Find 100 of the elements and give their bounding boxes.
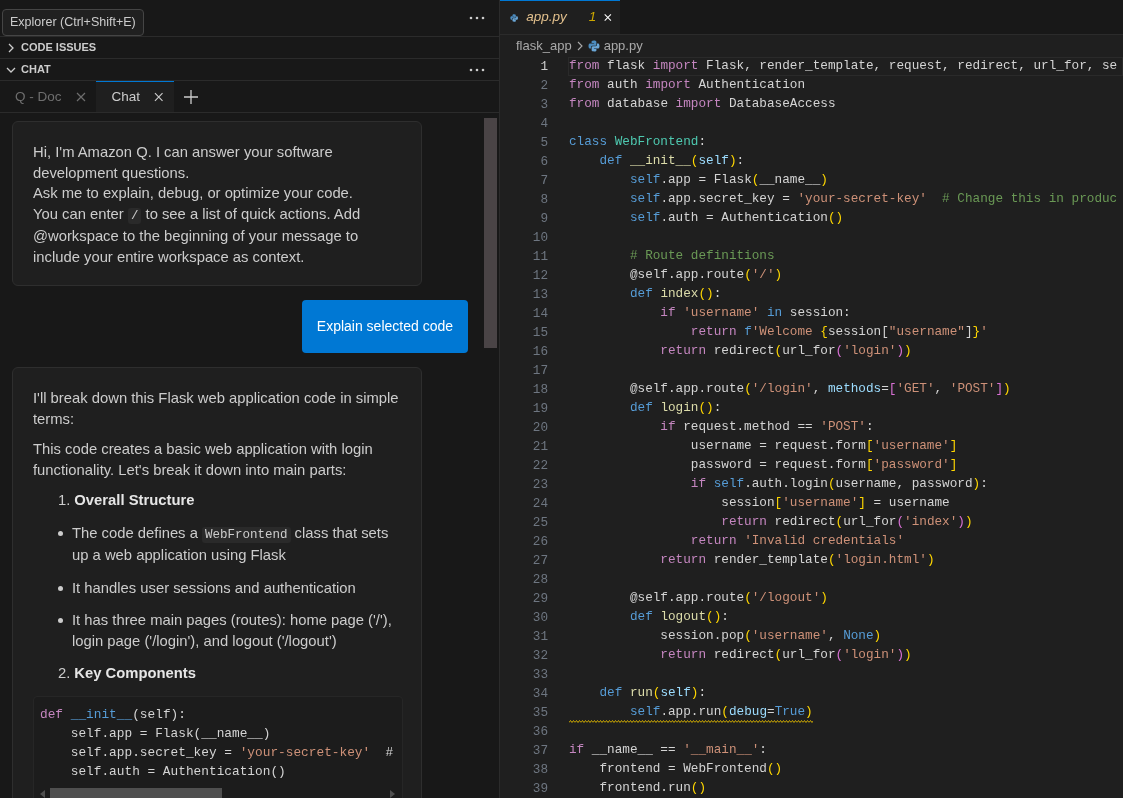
file-type-icon: [587, 40, 600, 52]
code-line: return render_template('login.html'): [659, 550, 935, 569]
bullet-icon: [58, 585, 63, 591]
line-number: 7: [539, 172, 548, 190]
line-number: 15: [531, 324, 548, 342]
code-line: self.app = Flask(__name__): [628, 170, 828, 189]
line-number: 10: [531, 229, 548, 247]
plus-icon: [183, 89, 198, 104]
code-line: if request.method == 'POST':: [659, 417, 874, 436]
code-line: self.app = Flask(__name__): [69, 724, 272, 743]
line-number: 11: [531, 248, 548, 266]
code-line: self.auth = Authentication(): [628, 208, 844, 227]
code-line: from database import DatabaseAccess: [569, 94, 836, 113]
code-line: def index():: [628, 284, 722, 303]
line-number: 39: [531, 780, 548, 798]
code-line: def __init__(self):: [40, 705, 187, 724]
chat-tab[interactable]: Chat: [95, 81, 174, 112]
code-line: if __name__ == '__main__':: [569, 740, 767, 759]
line-number: 16: [531, 343, 548, 361]
line-number: 19: [531, 400, 548, 418]
bullet-text: It has three main pages (routes): home page ('/'), login page ('/login'), and logout ('/logout'): [72, 611, 393, 651]
line-number: 21: [531, 438, 548, 456]
list-heading: Key Components: [74, 664, 197, 683]
line-number: 37: [531, 742, 548, 760]
code-line: def run(self):: [598, 683, 707, 702]
code-line: def __init__(self):: [598, 151, 745, 170]
message-text: You can enter / to see a list of quick actions. Add @workspace to the beginning of your message to include your entire workspace as context.: [33, 204, 362, 267]
code-line: from flask import Flask, render_template, request, redirect, url_for, se: [569, 56, 1118, 75]
message-text: This code creates a basic web application with login functionality. Let's break it down into main parts:: [33, 440, 374, 480]
line-number: 26: [531, 533, 548, 551]
tooltip: Explorer (Ctrl+Shift+E): [2, 9, 144, 36]
editor-tab[interactable]: app.py 1: [500, 0, 620, 34]
chat-tab[interactable]: Q - Doc: [0, 81, 96, 112]
line-number: 2: [539, 77, 548, 95]
line-number: 33: [531, 666, 548, 684]
code-line: if 'username' in session:: [659, 303, 851, 322]
chevron-right-icon: [575, 41, 584, 51]
line-number: 24: [531, 495, 548, 513]
line-number: 31: [531, 628, 548, 646]
more-icon[interactable]: [469, 67, 485, 72]
code-line: self.auth = Authentication(): [69, 762, 287, 781]
line-number: 20: [531, 419, 548, 437]
code-line: session.pop('username', None): [659, 626, 882, 645]
line-number: 36: [531, 723, 548, 741]
code-line: return redirect(url_for('index')): [720, 512, 973, 531]
code-line: return 'Invalid credentials': [689, 531, 905, 550]
line-number: 34: [531, 685, 548, 703]
line-number: 4: [539, 115, 548, 133]
code-line: self.app.secret_key = 'your-secret-key' #: [69, 743, 395, 762]
list-number: 1.: [58, 491, 71, 510]
line-number: 6: [539, 153, 548, 171]
code-line: username = request.form['username']: [689, 436, 958, 455]
code-line: @self.app.route('/'): [628, 265, 783, 284]
code-line: @self.app.route('/login', methods=['GET', 'POST']): [628, 379, 1011, 398]
bullet-text: The code defines a WebFrontend class that sets up a web application using Flask: [72, 523, 390, 565]
message-text: Ask me to explain, debug, or optimize your code.: [33, 184, 354, 203]
code-line: from auth import Authentication: [569, 75, 806, 94]
code-line: @self.app.route('/logout'): [628, 588, 828, 607]
code-line: class WebFrontend:: [569, 132, 707, 151]
breadcrumb-item[interactable]: flask_app: [516, 36, 572, 56]
code-line: def logout():: [628, 607, 729, 626]
code-line: return f'Welcome {session["username"]}': [689, 322, 988, 341]
section-header[interactable]: CHAT: [21, 61, 466, 78]
line-number: 28: [531, 571, 548, 589]
scrollbar-thumb[interactable]: [484, 118, 497, 348]
code-line: # Route definitions: [628, 246, 775, 265]
code-line: self.app.secret_key = 'your-secret-key' # Change this in produc: [628, 189, 1118, 208]
code-line: return redirect(url_for('login')): [659, 341, 912, 360]
line-number: 35: [531, 704, 548, 722]
section-header[interactable]: CODE ISSUES: [21, 39, 485, 56]
line-number: 9: [539, 210, 548, 228]
bullet-text: It handles user sessions and authentication: [72, 578, 356, 598]
line-number: 13: [531, 286, 548, 304]
line-number: 18: [531, 381, 548, 399]
message-text: I'll break down this Flask web application code in simple terms:: [33, 389, 400, 429]
scrollbar-thumb[interactable]: [50, 788, 222, 798]
bullet-icon: [58, 618, 63, 623]
more-icon[interactable]: [469, 16, 485, 20]
list-heading: Overall Structure: [74, 491, 195, 510]
line-number: 25: [531, 514, 548, 532]
message-text: Hi, I'm Amazon Q. I can answer your software development questions.: [33, 143, 334, 183]
line-number: 3: [539, 96, 548, 114]
code-line: if self.auth.login(username, password):: [689, 474, 988, 493]
file-type-icon: [510, 11, 519, 24]
user-message: Explain selected code: [301, 300, 468, 353]
line-number: 8: [539, 191, 548, 209]
line-number: 23: [531, 476, 548, 494]
line-number: 12: [531, 267, 548, 285]
line-number: 29: [531, 590, 548, 608]
code-line: return redirect(url_for('login')): [659, 645, 912, 664]
code-line: password = request.form['password']: [689, 455, 958, 474]
code-line: session['username'] = username: [720, 493, 950, 512]
breadcrumb-item[interactable]: app.py: [603, 36, 643, 56]
bullet-icon: [58, 530, 63, 536]
code-line: frontend = WebFrontend(): [598, 759, 783, 778]
code-line: frontend.run(): [598, 778, 707, 797]
code-line: def login():: [628, 398, 722, 417]
line-number: 22: [531, 457, 548, 475]
line-number: 38: [531, 761, 548, 779]
line-number: 5: [539, 134, 548, 152]
